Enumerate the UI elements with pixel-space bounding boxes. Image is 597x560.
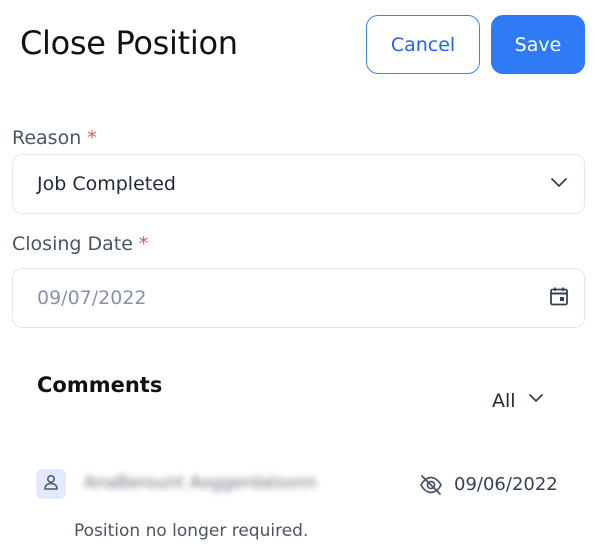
calendar-icon[interactable] <box>548 285 570 311</box>
chevron-down-icon <box>548 171 570 197</box>
reason-label: Reason * <box>12 127 97 149</box>
closing-date-label-text: Closing Date <box>12 233 133 255</box>
cancel-button[interactable]: Cancel <box>366 15 480 74</box>
comments-filter-value: All <box>492 389 516 412</box>
reason-select-value: Job Completed <box>37 173 176 195</box>
comments-filter-dropdown[interactable]: All <box>492 388 546 413</box>
required-asterisk: * <box>138 233 149 255</box>
page-title: Close Position <box>20 24 238 62</box>
comment-date: 09/06/2022 <box>454 474 558 495</box>
closing-date-field[interactable]: 09/07/2022 <box>12 268 585 328</box>
reason-select[interactable]: Job Completed <box>12 154 585 214</box>
user-icon <box>42 473 60 495</box>
closing-date-value: 09/07/2022 <box>37 287 147 309</box>
chevron-down-icon <box>526 388 546 413</box>
comment-item: AnaBerount Aoggerdalsonn 09/06/2022 <box>36 469 558 499</box>
comments-title: Comments <box>37 373 163 397</box>
eye-off-icon[interactable] <box>418 472 444 498</box>
required-asterisk: * <box>87 127 97 149</box>
closing-date-label: Closing Date * <box>12 233 148 255</box>
save-button[interactable]: Save <box>491 15 585 74</box>
avatar <box>36 469 66 499</box>
comment-author: AnaBerount Aoggerdalsonn <box>84 473 317 493</box>
comment-text: Position no longer required. <box>74 521 309 541</box>
reason-label-text: Reason <box>12 127 82 149</box>
